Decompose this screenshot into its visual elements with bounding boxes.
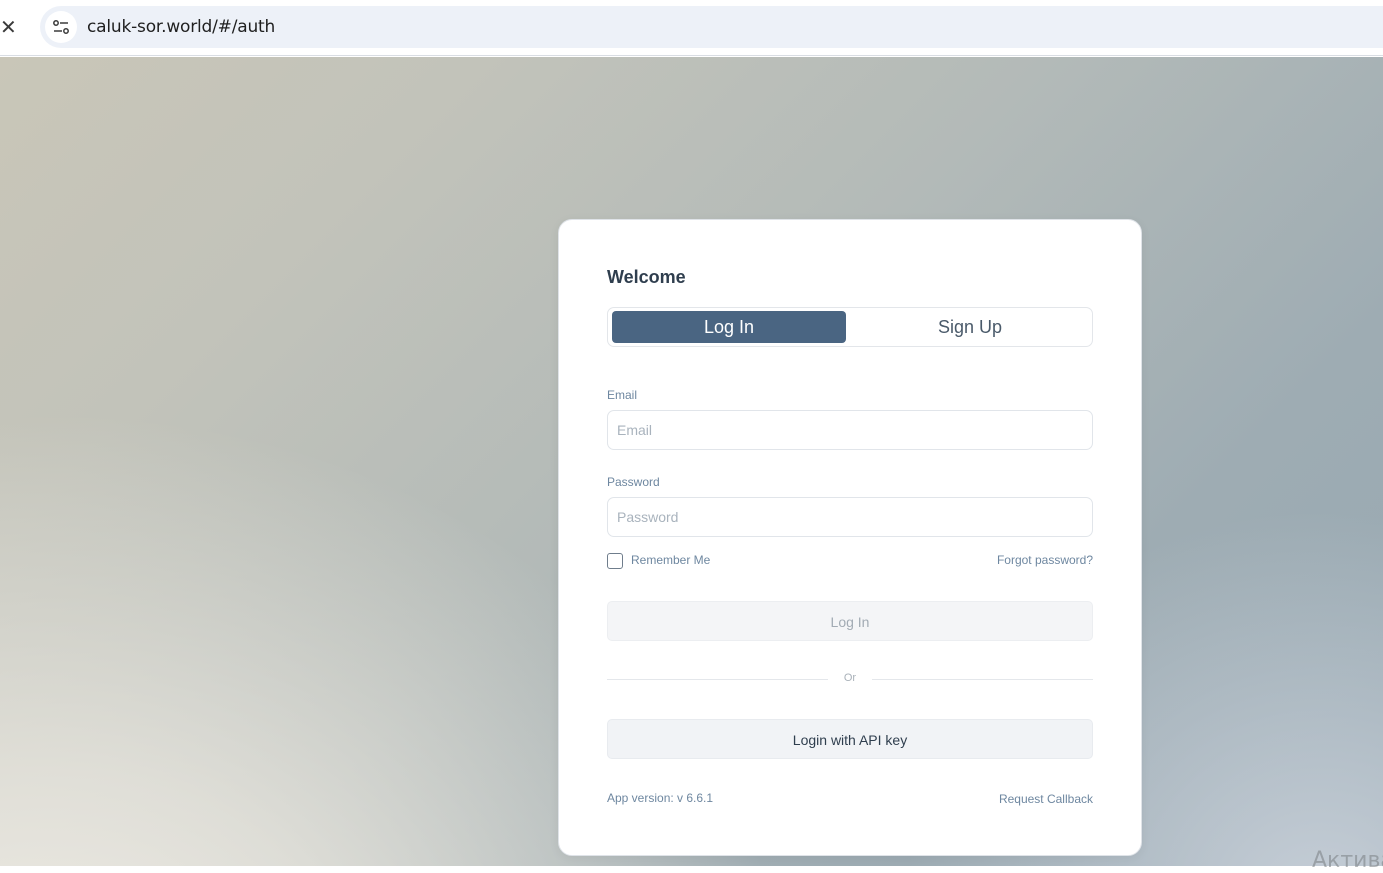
activation-watermark: Активац — [1312, 848, 1383, 873]
auth-card: Welcome Log In Sign Up Email Password Re… — [558, 219, 1142, 856]
remember-me-label[interactable]: Remember Me — [631, 553, 710, 567]
address-bar[interactable]: caluk-sor.world/#/auth — [40, 6, 1383, 48]
tab-login[interactable]: Log In — [612, 311, 846, 343]
auth-tabs: Log In Sign Up — [607, 307, 1093, 347]
page-title: Welcome — [607, 267, 686, 287]
tune-icon[interactable] — [45, 11, 77, 43]
divider-or-text: Or — [843, 672, 857, 684]
tab-signup[interactable]: Sign Up — [851, 311, 1089, 343]
email-label: Email — [607, 388, 638, 402]
divider-right — [872, 679, 1093, 680]
request-callback-link[interactable]: Request Callback — [999, 792, 1093, 806]
password-field[interactable] — [607, 497, 1093, 537]
remember-me-checkbox[interactable] — [607, 553, 623, 569]
api-key-login-button[interactable]: Login with API key — [607, 719, 1093, 759]
email-field[interactable] — [607, 410, 1093, 450]
password-label: Password — [607, 475, 660, 489]
close-icon[interactable]: ✕ — [0, 17, 17, 37]
forgot-password-link[interactable]: Forgot password? — [997, 553, 1093, 567]
url-text[interactable]: caluk-sor.world/#/auth — [87, 17, 275, 37]
browser-toolbar: ✕ caluk-sor.world/#/auth — [0, 0, 1383, 56]
divider-left — [607, 679, 828, 680]
app-version: App version: v 6.6.1 — [607, 791, 714, 805]
login-button[interactable]: Log In — [607, 601, 1093, 641]
